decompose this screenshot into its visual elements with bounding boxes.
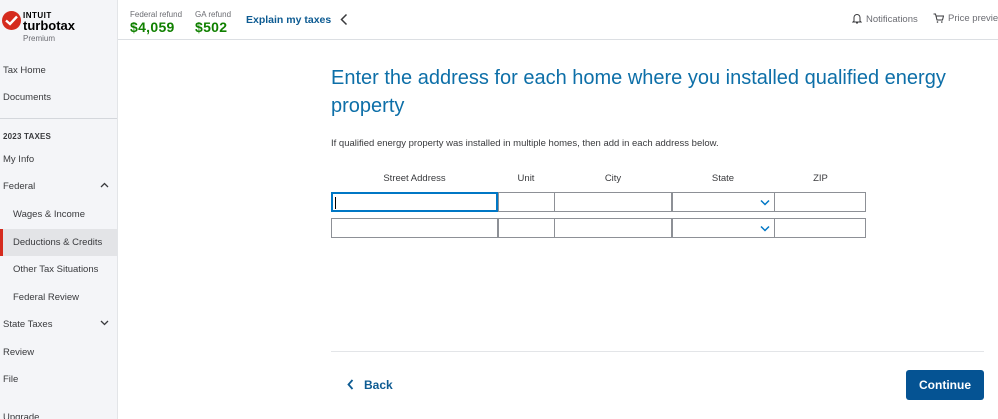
chevron-left-icon bbox=[347, 379, 354, 390]
state-refund-amount: $502 bbox=[195, 19, 228, 35]
city-field[interactable] bbox=[555, 194, 671, 213]
zip-input[interactable] bbox=[774, 192, 866, 213]
street-address-input[interactable] bbox=[331, 218, 498, 239]
state-refund[interactable]: GA refund $502 bbox=[195, 10, 231, 35]
unit-input[interactable] bbox=[498, 192, 555, 213]
chevron-up-icon bbox=[100, 182, 109, 188]
city-input[interactable] bbox=[554, 192, 672, 213]
column-header-street: Street Address bbox=[383, 173, 446, 184]
city-input[interactable] bbox=[554, 218, 672, 239]
sidebar-item-upgrade[interactable]: Upgrade bbox=[0, 404, 117, 419]
notifications-button[interactable]: Notifications bbox=[851, 13, 918, 25]
unit-field[interactable] bbox=[499, 220, 554, 239]
sidebar-item-deductions-credits[interactable]: Deductions & Credits bbox=[0, 229, 117, 256]
zip-input[interactable] bbox=[774, 218, 866, 239]
chevron-left-icon[interactable] bbox=[340, 13, 348, 26]
column-header-unit: Unit bbox=[517, 173, 535, 184]
explain-my-taxes-link[interactable]: Explain my taxes bbox=[246, 14, 331, 26]
unit-input[interactable] bbox=[498, 218, 555, 239]
street-address-field[interactable] bbox=[332, 194, 497, 213]
instructions-text: If qualified energy property was install… bbox=[331, 138, 719, 149]
checkmark-logo-icon bbox=[2, 11, 21, 30]
price-preview-label: Price preview bbox=[948, 13, 998, 24]
column-header-state: State bbox=[711, 173, 735, 184]
app-root: INTUIT turbotax Premium Tax Home Documen… bbox=[0, 0, 998, 419]
chevron-down-icon bbox=[760, 225, 770, 232]
turbotax-logo[interactable]: INTUIT turbotax Premium bbox=[2, 10, 114, 44]
sidebar-item-label: State Taxes bbox=[3, 319, 53, 330]
sidebar-item-state-taxes[interactable]: State Taxes bbox=[0, 311, 117, 338]
sidebar-item-documents[interactable]: Documents bbox=[0, 84, 117, 111]
city-field[interactable] bbox=[555, 220, 671, 239]
cart-icon bbox=[933, 13, 945, 23]
column-header-city: City bbox=[604, 173, 622, 184]
state-select[interactable] bbox=[672, 192, 775, 212]
chevron-down-icon bbox=[760, 199, 770, 206]
notifications-label: Notifications bbox=[866, 14, 918, 25]
federal-refund-label: Federal refund bbox=[130, 10, 183, 19]
sidebar-item-tax-home[interactable]: Tax Home bbox=[0, 57, 117, 84]
federal-refund-amount: $4,059 bbox=[130, 19, 175, 35]
sidebar: INTUIT turbotax Premium Tax Home Documen… bbox=[0, 0, 118, 419]
sidebar-item-federal-review[interactable]: Federal Review bbox=[0, 284, 117, 311]
footer-divider bbox=[331, 351, 984, 352]
street-address-field[interactable] bbox=[332, 220, 497, 239]
sidebar-item-wages-income[interactable]: Wages & Income bbox=[0, 201, 117, 228]
brand-product: turbotax bbox=[23, 18, 75, 33]
bell-icon bbox=[851, 14, 863, 24]
street-address-input[interactable] bbox=[331, 192, 498, 213]
top-header: Federal refund $4,059 GA refund $502 Exp… bbox=[118, 0, 998, 40]
back-button[interactable]: Back bbox=[347, 378, 393, 392]
sidebar-divider bbox=[0, 118, 117, 119]
sidebar-section-heading: 2023 TAXES bbox=[3, 132, 52, 141]
federal-refund[interactable]: Federal refund $4,059 bbox=[130, 10, 182, 35]
sidebar-item-federal[interactable]: Federal bbox=[0, 173, 117, 200]
back-label: Back bbox=[364, 378, 393, 392]
price-preview-button[interactable]: Price preview bbox=[933, 13, 998, 24]
zip-field[interactable] bbox=[775, 194, 865, 213]
text-cursor bbox=[335, 197, 336, 209]
sidebar-item-my-info[interactable]: My Info bbox=[0, 146, 117, 173]
sidebar-item-review[interactable]: Review bbox=[0, 339, 117, 366]
page-title: Enter the address for each home where yo… bbox=[331, 67, 946, 117]
state-select[interactable] bbox=[672, 218, 775, 238]
zip-field[interactable] bbox=[775, 220, 865, 239]
brand-edition: Premium bbox=[23, 34, 56, 43]
continue-button[interactable]: Continue bbox=[906, 370, 984, 400]
chevron-down-icon bbox=[100, 320, 109, 326]
sidebar-item-label: Federal bbox=[3, 181, 36, 192]
state-refund-label: GA refund bbox=[195, 10, 232, 19]
sidebar-item-file[interactable]: File bbox=[0, 366, 117, 393]
sidebar-item-other-tax-situations[interactable]: Other Tax Situations bbox=[0, 256, 117, 283]
column-header-zip: ZIP bbox=[813, 173, 828, 184]
unit-field[interactable] bbox=[499, 194, 554, 213]
